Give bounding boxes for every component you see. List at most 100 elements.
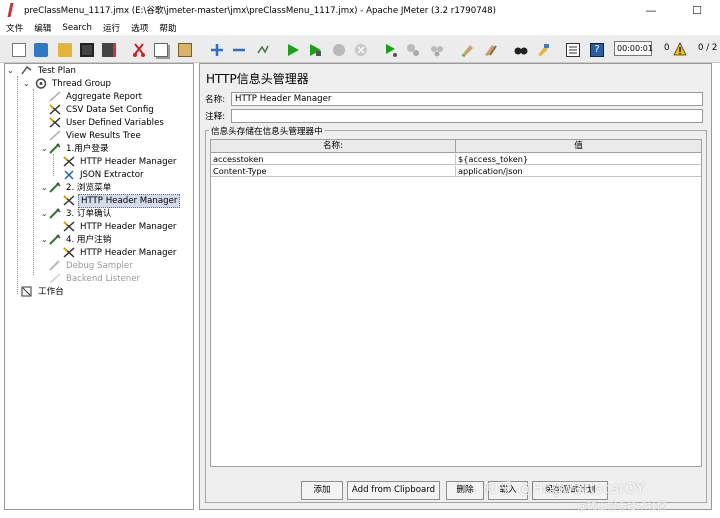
remote-start-icon: [384, 43, 398, 57]
tree-item-sampler-order-confirm[interactable]: 3. 订单确认: [49, 207, 113, 220]
config-icon: [49, 104, 61, 115]
menu-file[interactable]: 文件: [0, 22, 28, 34]
templates-icon: [34, 43, 48, 57]
templates-button[interactable]: [30, 39, 50, 59]
search-button[interactable]: [510, 39, 530, 59]
remote-shutdown-icon: [430, 43, 444, 57]
tree-item-thread-group[interactable]: Thread Group: [35, 77, 113, 90]
tree-item-header-manager-4[interactable]: HTTP Header Manager: [63, 246, 178, 259]
comment-label: 注释:: [205, 111, 226, 122]
collapse-toggle-icon[interactable]: ⌄: [41, 183, 48, 192]
tree-item-json-extractor[interactable]: JSON Extractor: [63, 168, 145, 181]
menu-edit[interactable]: 编辑: [28, 22, 56, 34]
header-name-cell[interactable]: Content-Type: [211, 166, 456, 177]
tree-item-header-manager-3[interactable]: HTTP Header Manager: [63, 220, 178, 233]
new-button[interactable]: [8, 39, 28, 59]
jmeter-feather-icon: [4, 3, 18, 17]
listener-icon: [49, 130, 61, 141]
start-button[interactable]: [282, 39, 302, 59]
header-value-cell[interactable]: ${access_token}: [456, 154, 701, 165]
menu-run[interactable]: 运行: [97, 22, 125, 34]
maximize-button[interactable]: ☐: [674, 0, 720, 20]
add-from-clipboard-button[interactable]: Add from Clipboard: [347, 481, 440, 500]
open-button[interactable]: [54, 39, 74, 59]
headers-group: 信息头存储在信息头管理器中 名称: 值 accesstoken ${access…: [205, 125, 707, 503]
collapse-toggle-icon[interactable]: ⌄: [41, 209, 48, 218]
collapse-icon: [232, 43, 246, 57]
tree-item-aggregate-report[interactable]: Aggregate Report: [49, 90, 144, 103]
remote-shutdown-button[interactable]: [426, 39, 446, 59]
toggle-button[interactable]: [252, 39, 272, 59]
tree-item-csv-data-set-config[interactable]: CSV Data Set Config: [49, 103, 156, 116]
thread-group-icon: [35, 78, 47, 89]
comment-field[interactable]: [231, 108, 703, 123]
header-value-cell[interactable]: application/json: [456, 166, 701, 177]
reset-search-button[interactable]: [532, 39, 552, 59]
config-icon: [49, 117, 61, 128]
minimize-button[interactable]: —: [628, 0, 674, 20]
stop-icon: [332, 43, 346, 57]
clear-all-button[interactable]: [480, 39, 500, 59]
start-no-pause-icon: [308, 43, 322, 57]
clear-button[interactable]: [456, 39, 476, 59]
save-button[interactable]: [76, 39, 96, 59]
listener-icon: [49, 273, 61, 284]
collapse-all-button[interactable]: [228, 39, 248, 59]
listener-icon: [49, 91, 61, 102]
help-button[interactable]: ?: [586, 39, 606, 59]
new-icon: [12, 43, 26, 57]
tree-item-view-results-tree[interactable]: View Results Tree: [49, 129, 143, 142]
shutdown-button[interactable]: [350, 39, 370, 59]
tree-item-sampler-login[interactable]: 1.用户登录: [49, 142, 111, 155]
paste-button[interactable]: [174, 39, 194, 59]
menu-help[interactable]: 帮助: [153, 22, 181, 34]
table-row[interactable]: Content-Type application/json: [211, 166, 701, 177]
config-icon: [63, 247, 75, 258]
group-title: 信息头存储在信息头管理器中: [209, 125, 325, 137]
tree-item-test-plan[interactable]: Test Plan: [21, 64, 78, 77]
cut-button[interactable]: [128, 39, 148, 59]
tree-item-user-defined-variables[interactable]: User Defined Variables: [49, 116, 166, 129]
save-as-button[interactable]: [98, 39, 118, 59]
name-field[interactable]: HTTP Header Manager: [231, 91, 703, 106]
tree-item-sampler-browse-menu[interactable]: 2. 浏览菜单: [49, 181, 113, 194]
collapse-toggle-icon[interactable]: ⌄: [41, 144, 48, 153]
tree-item-header-manager-2[interactable]: HTTP Header Manager: [63, 193, 181, 208]
menu-bar: 文件 编辑 Search 运行 选项 帮助: [0, 20, 720, 35]
tree-item-header-manager-1[interactable]: HTTP Header Manager: [63, 155, 178, 168]
cut-icon: [132, 43, 146, 57]
tree-item-debug-sampler[interactable]: Debug Sampler: [49, 259, 135, 272]
remote-start-button[interactable]: [380, 39, 400, 59]
remote-stop-icon: [406, 43, 420, 57]
tree-item-workbench[interactable]: 工作台: [21, 285, 66, 298]
config-icon: [63, 195, 75, 206]
start-no-pause-button[interactable]: [304, 39, 324, 59]
header-name-cell[interactable]: accesstoken: [211, 154, 456, 165]
clear-all-icon: [484, 43, 498, 57]
menu-options[interactable]: 选项: [125, 22, 153, 34]
toolbar: ? 00:00:01 0 0 / 2: [0, 35, 720, 63]
column-header-name[interactable]: 名称:: [211, 140, 456, 153]
expand-all-button[interactable]: [206, 39, 226, 59]
watermark-sub: @稀土掘金技术社区: [577, 502, 667, 513]
warning-button[interactable]: [670, 39, 690, 59]
page-title: HTTP信息头管理器: [206, 72, 309, 86]
table-header: 名称: 值: [211, 140, 701, 153]
stop-button[interactable]: [328, 39, 348, 59]
table-row[interactable]: accesstoken ${access_token}: [211, 154, 701, 165]
collapse-toggle-icon[interactable]: ⌄: [41, 235, 48, 244]
menu-search[interactable]: Search: [56, 23, 97, 33]
test-plan-icon: [21, 65, 33, 76]
remote-stop-button[interactable]: [402, 39, 422, 59]
sampler-icon: [49, 208, 61, 219]
collapse-toggle-icon[interactable]: ⌄: [23, 79, 30, 88]
save-icon: [80, 43, 94, 57]
tree-item-sampler-logout[interactable]: 4. 用户注销: [49, 233, 113, 246]
add-button[interactable]: 添加: [301, 481, 343, 500]
delete-button[interactable]: 删除: [446, 481, 484, 500]
function-helper-button[interactable]: [562, 39, 582, 59]
copy-button[interactable]: [150, 39, 170, 59]
column-header-value[interactable]: 值: [456, 140, 701, 153]
tree-item-backend-listener[interactable]: Backend Listener: [49, 272, 142, 285]
collapse-toggle-icon[interactable]: ⌄: [7, 66, 14, 75]
